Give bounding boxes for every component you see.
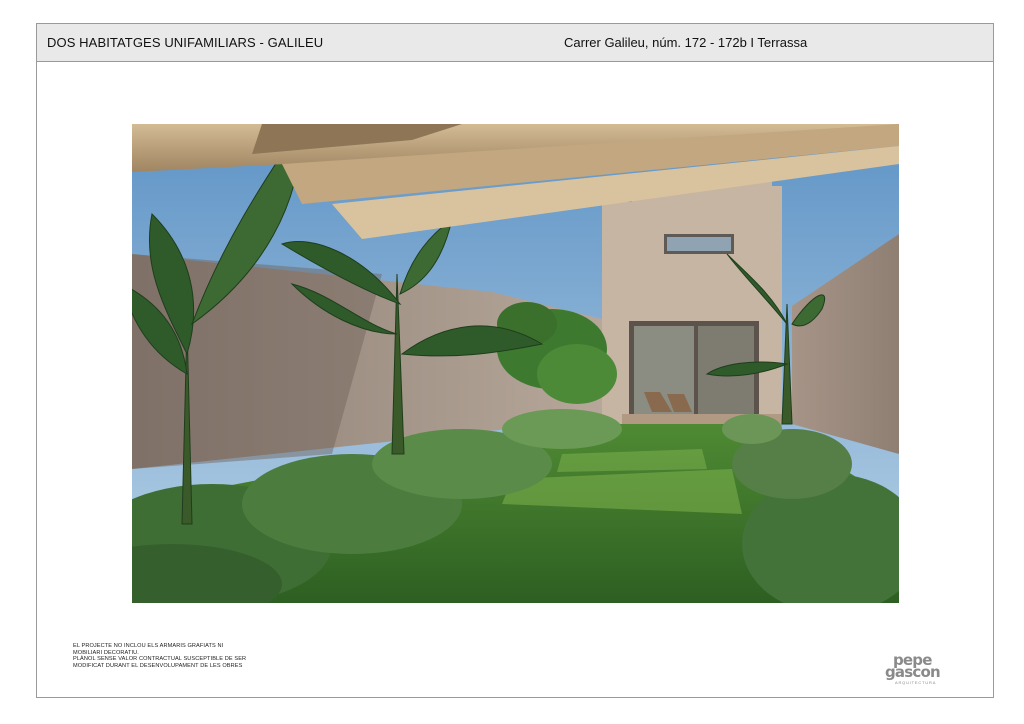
logo-subtitle: ARQUITECTURA xyxy=(895,680,937,685)
disclaimer-line: EL PROJECTE NO INCLOU ELS ARMARIS GRAFIA… xyxy=(73,643,224,649)
drawing-sheet: DOS HABITATGES UNIFAMILIARS - GALILEU Ca… xyxy=(36,23,994,698)
garden-rendering xyxy=(132,124,899,603)
project-address: Carrer Galileu, núm. 172 - 172b I Terras… xyxy=(564,35,808,50)
title-block: DOS HABITATGES UNIFAMILIARS - GALILEU Ca… xyxy=(37,24,993,62)
disclaimer-note: EL PROJECTE NO INCLOU ELS ARMARIS GRAFIA… xyxy=(73,643,273,669)
project-title: DOS HABITATGES UNIFAMILIARS - GALILEU xyxy=(47,35,324,50)
disclaimer-line: MODIFICAT DURANT EL DESENVOLUPAMENT DE L… xyxy=(73,662,243,669)
garden-rendering-illustration xyxy=(132,124,899,603)
logo-text-gascon: gascon xyxy=(885,663,941,681)
disclaimer-line: PLÀNOL SENSE VALOR CONTRACTUAL SUSCEPTIB… xyxy=(73,656,247,663)
architect-logo: pepe gascon ARQUITECTURA xyxy=(885,651,945,687)
